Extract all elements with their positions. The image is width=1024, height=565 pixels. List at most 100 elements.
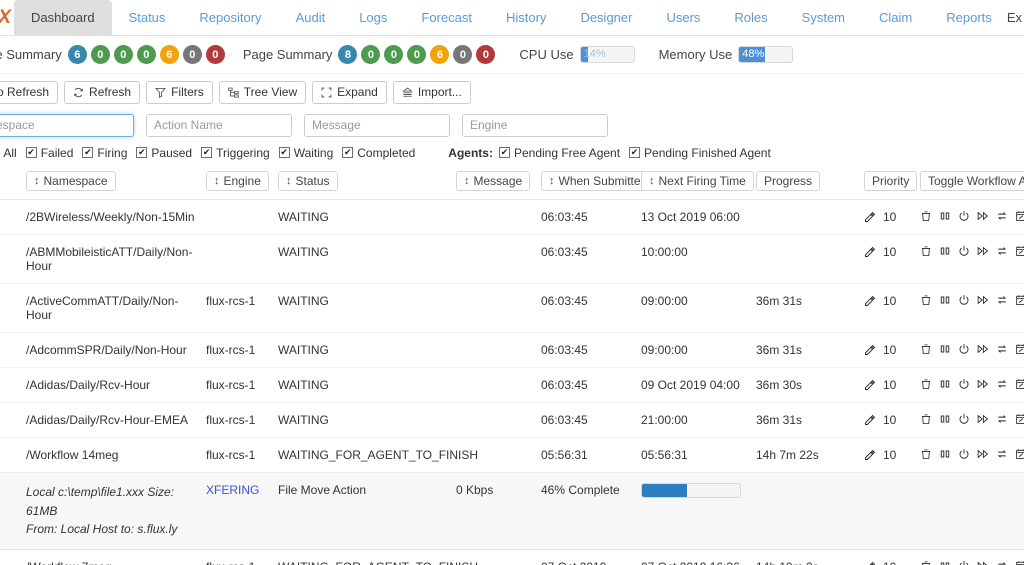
sort-when-submitted-button[interactable]: ↕ When Submitted xyxy=(541,171,656,191)
page-summary-badge[interactable]: 0 xyxy=(476,45,496,64)
fast-forward-icon[interactable] xyxy=(977,343,989,355)
engine-summary-badge[interactable]: 0 xyxy=(113,45,133,64)
edit-icon[interactable] xyxy=(864,344,876,356)
page-summary-badge[interactable]: 0 xyxy=(453,45,473,64)
pause-icon[interactable] xyxy=(939,560,951,565)
trash-icon[interactable] xyxy=(920,378,932,390)
page-summary-badge[interactable]: 6 xyxy=(430,45,450,64)
pause-icon[interactable] xyxy=(939,343,951,355)
import-button[interactable]: Import... xyxy=(392,80,471,104)
edit-icon[interactable] xyxy=(864,246,876,258)
toggle-workflow-actions-button[interactable]: Toggle Workflow Actio xyxy=(920,171,1024,191)
engine-summary-badge[interactable]: 6 xyxy=(67,45,87,64)
checkbox-firing[interactable]: ✔ Firing xyxy=(82,146,127,160)
sort-status-button[interactable]: ↕ Status xyxy=(278,171,338,191)
trash-icon[interactable] xyxy=(920,343,932,355)
pause-icon[interactable] xyxy=(939,210,951,222)
calendar-icon[interactable] xyxy=(1015,343,1024,355)
power-icon[interactable] xyxy=(958,560,970,565)
trash-icon[interactable] xyxy=(920,413,932,425)
calendar-icon[interactable] xyxy=(1015,448,1024,460)
nav-item-logs[interactable]: Logs xyxy=(342,0,404,35)
nav-item-history[interactable]: History xyxy=(489,0,563,35)
fast-forward-icon[interactable] xyxy=(977,245,989,257)
power-icon[interactable] xyxy=(958,343,970,355)
pause-icon[interactable] xyxy=(939,245,951,257)
engine-summary-badge[interactable]: 0 xyxy=(182,45,202,64)
tree-view-button[interactable]: Tree View xyxy=(218,80,307,104)
nav-item-reports[interactable]: Reports xyxy=(929,0,1009,35)
nav-item-designer[interactable]: Designer xyxy=(563,0,649,35)
checkbox-completed[interactable]: ✔ Completed xyxy=(342,146,415,160)
sort-engine-button[interactable]: ↕ Engine xyxy=(206,171,269,191)
checkbox-icon[interactable]: ✔ xyxy=(136,147,148,158)
checkbox-icon[interactable]: ✔ xyxy=(629,147,641,158)
loop-icon[interactable] xyxy=(996,343,1008,355)
trash-icon[interactable] xyxy=(920,560,932,565)
progress-header-button[interactable]: Progress xyxy=(756,171,821,191)
refresh-button[interactable]: Refresh xyxy=(64,80,141,104)
table-row[interactable]: /Adidas/Daily/Rcv-Hour-EMEA flux-rcs-1 WAI… xyxy=(0,402,1024,438)
nav-item-system[interactable]: System xyxy=(785,0,862,35)
calendar-icon[interactable] xyxy=(1015,210,1024,222)
power-icon[interactable] xyxy=(958,413,970,425)
engine-summary-badge[interactable]: 6 xyxy=(159,45,179,64)
engine-summary-badge[interactable]: 0 xyxy=(205,45,225,64)
nav-item-claim[interactable]: Claim xyxy=(862,0,929,35)
engine-filter-input[interactable] xyxy=(462,113,608,137)
fast-forward-icon[interactable] xyxy=(977,448,989,460)
table-row[interactable]: /Workflow 7meg flux-rcs-1 WAITING_FOR_AGEN… xyxy=(0,549,1024,565)
edit-icon[interactable] xyxy=(864,561,876,565)
power-icon[interactable] xyxy=(958,448,970,460)
fast-forward-icon[interactable] xyxy=(977,378,989,390)
page-summary-badge[interactable]: 0 xyxy=(361,45,381,64)
edit-icon[interactable] xyxy=(864,211,876,223)
checkbox-paused[interactable]: ✔ Paused xyxy=(136,146,192,160)
namespace-filter-input[interactable] xyxy=(0,113,134,137)
table-row[interactable]: /Adidas/Daily/Rcv-Hour flux-rcs-1 WAITING 0… xyxy=(0,367,1024,403)
loop-icon[interactable] xyxy=(996,448,1008,460)
checkbox-waiting[interactable]: ✔ Waiting xyxy=(278,146,333,160)
page-summary-badge[interactable]: 0 xyxy=(407,45,427,64)
table-row[interactable]: /AdcommSPR/Daily/Non-Hour flux-rcs-1 WAITI… xyxy=(0,332,1024,368)
loop-icon[interactable] xyxy=(996,560,1008,565)
sort-next-firing-time-button[interactable]: ↕ Next Firing Time xyxy=(641,171,754,191)
nav-item-dashboard[interactable]: Dashboard xyxy=(13,0,112,35)
trash-icon[interactable] xyxy=(920,210,932,222)
nav-item-users[interactable]: Users xyxy=(649,0,717,35)
pause-icon[interactable] xyxy=(939,294,951,306)
pause-icon[interactable] xyxy=(939,448,951,460)
priority-header-button[interactable]: Priority xyxy=(864,171,918,191)
edit-icon[interactable] xyxy=(864,295,876,307)
app-logo[interactable]: IX xyxy=(0,0,14,35)
nav-item-forecast[interactable]: Forecast xyxy=(404,0,489,35)
table-row[interactable]: /ActiveCommATT/Daily/Non-Hour flux-rcs-1 W… xyxy=(0,283,1024,333)
action-name-filter-input[interactable] xyxy=(146,113,292,137)
checkbox-icon[interactable]: ✔ xyxy=(498,147,510,158)
fast-forward-icon[interactable] xyxy=(977,294,989,306)
power-icon[interactable] xyxy=(958,378,970,390)
fast-forward-icon[interactable] xyxy=(977,560,989,565)
edit-icon[interactable] xyxy=(864,379,876,391)
pause-icon[interactable] xyxy=(939,413,951,425)
checkbox-pending-finished-agent[interactable]: ✔ Pending Finished Agent xyxy=(629,146,771,160)
edit-icon[interactable] xyxy=(864,449,876,461)
nav-item-status[interactable]: Status xyxy=(112,0,183,35)
engine-summary-badge[interactable]: 0 xyxy=(136,45,156,64)
table-row[interactable]: /Workflow 14meg flux-rcs-1 WAITING_FOR_AGE… xyxy=(0,437,1024,473)
nav-right-label[interactable]: Ex xyxy=(1007,0,1024,35)
engine-summary-badge[interactable]: 0 xyxy=(90,45,110,64)
nav-item-roles[interactable]: Roles xyxy=(717,0,784,35)
loop-icon[interactable] xyxy=(996,294,1008,306)
sort-namespace-button[interactable]: ↕ Namespace xyxy=(26,171,116,191)
checkbox-icon[interactable]: ✔ xyxy=(82,147,94,158)
fast-forward-icon[interactable] xyxy=(977,210,989,222)
pause-icon[interactable] xyxy=(939,378,951,390)
loop-icon[interactable] xyxy=(996,378,1008,390)
page-summary-badge[interactable]: 8 xyxy=(338,45,358,64)
table-row[interactable]: /ABMMobileisticATT/Daily/Non-Hour WAITING… xyxy=(0,234,1024,284)
auto-refresh-button[interactable]: uto Refresh xyxy=(0,80,59,104)
trash-icon[interactable] xyxy=(920,448,932,460)
checkbox-icon[interactable]: ✔ xyxy=(278,147,290,158)
toggle-all-group[interactable]: ✔ ggle All xyxy=(0,146,17,160)
